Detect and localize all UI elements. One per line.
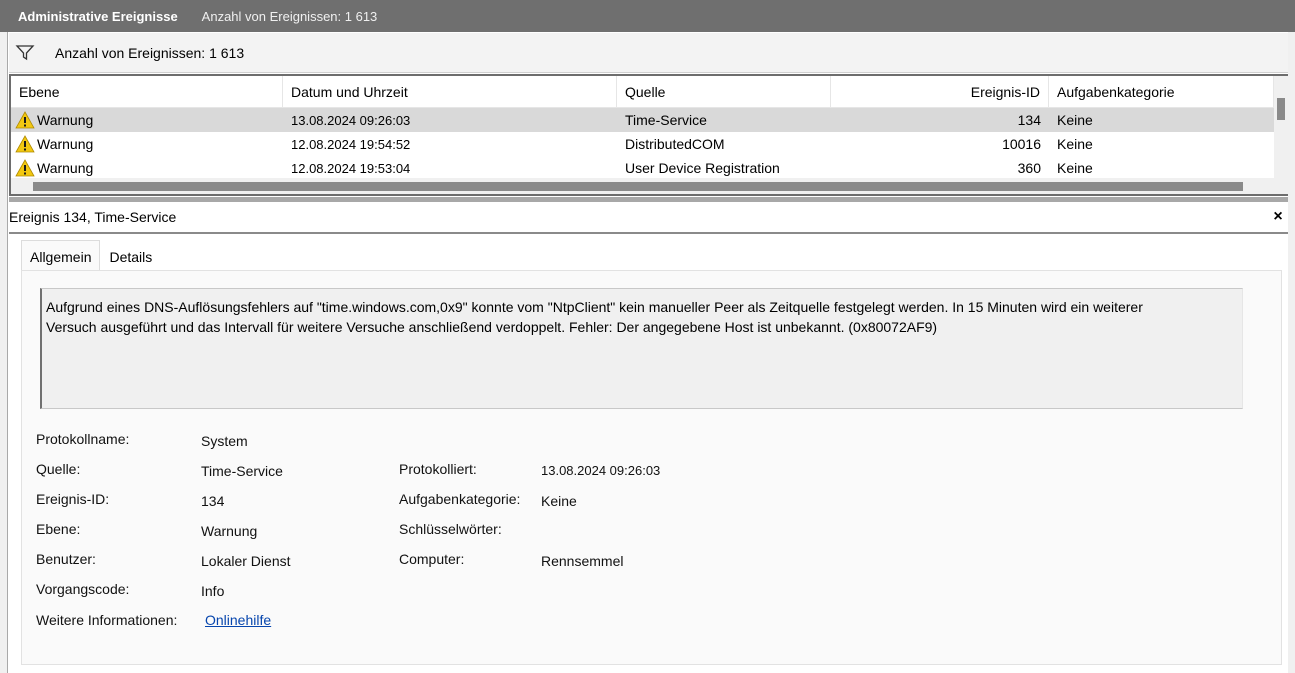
detail-tabs: Allgemein Details: [21, 240, 161, 272]
row-quelle: DistributedCOM: [625, 136, 725, 152]
row-kategorie: Keine: [1057, 160, 1093, 176]
table-row[interactable]: Warnung 13.08.2024 09:26:03 Time-Service…: [11, 108, 1274, 132]
ereignis-id-label: Ereignis-ID:: [36, 491, 110, 507]
row-datum: 12.08.2024 19:54:52: [291, 136, 411, 152]
right-pane-edge: [1288, 32, 1295, 673]
row-ebene: Warnung: [37, 160, 94, 176]
protokolliert-value: 13.08.2024 09:26:03: [541, 463, 661, 478]
row-datum: 13.08.2024 09:26:03: [291, 112, 411, 128]
benutzer-value: Lokaler Dienst: [201, 553, 291, 569]
detail-header: Ereignis 134, Time-Service ×: [9, 202, 1288, 234]
event-list-grid: Ebene Datum und Uhrzeit Quelle Ereignis-…: [9, 74, 1288, 196]
protokollname-value: System: [201, 433, 248, 449]
tab-allgemein[interactable]: Allgemein: [21, 240, 101, 272]
protokolliert-label: Protokolliert:: [399, 461, 477, 477]
filter-icon[interactable]: [15, 44, 35, 62]
column-header-quelle[interactable]: Quelle: [617, 76, 831, 108]
description-line: Versuch ausgeführt und das Intervall für…: [46, 319, 938, 335]
ebene-value: Warnung: [201, 523, 258, 539]
ebene-label: Ebene:: [36, 521, 81, 537]
window-titlebar: Administrative Ereignisse Anzahl von Ere…: [0, 0, 1295, 32]
warning-icon: [15, 135, 35, 153]
vorgangscode-label: Vorgangscode:: [36, 581, 130, 597]
warning-icon: [15, 111, 35, 129]
horizontal-scrollbar-thumb[interactable]: [33, 182, 1243, 191]
tab-details[interactable]: Details: [100, 240, 161, 272]
column-header-ereignis-id[interactable]: Ereignis-ID: [831, 76, 1049, 108]
schluesselwoerter-label: Schlüsselwörter:: [399, 521, 502, 537]
tab-panel-allgemein: Aufgrund eines DNS-Auflösungsfehlers auf…: [21, 270, 1282, 665]
warning-icon: [15, 159, 35, 177]
view-title: Administrative Ereignisse: [18, 8, 178, 24]
table-row[interactable]: Warnung 12.08.2024 19:54:52 DistributedC…: [11, 132, 1274, 156]
ereignis-id-value: 134: [201, 493, 225, 509]
table-row[interactable]: Warnung 12.08.2024 19:53:04 User Device …: [11, 156, 1274, 180]
row-ebene: Warnung: [37, 136, 94, 152]
quelle-label: Quelle:: [36, 461, 81, 477]
description-line: Aufgrund eines DNS-Auflösungsfehlers auf…: [46, 299, 1143, 315]
filter-bar: Anzahl von Ereignissen: 1 613: [9, 33, 1288, 73]
row-ereignis-id: 134: [1017, 112, 1041, 128]
row-kategorie: Keine: [1057, 136, 1093, 152]
grid-header: Ebene Datum und Uhrzeit Quelle Ereignis-…: [11, 76, 1274, 108]
event-count-label: Anzahl von Ereignissen: 1 613: [55, 44, 245, 61]
quelle-value: Time-Service: [201, 463, 283, 479]
computer-label: Computer:: [399, 551, 465, 567]
vorgangscode-value: Info: [201, 583, 225, 599]
onlinehilfe-link[interactable]: Onlinehilfe: [205, 612, 271, 628]
row-datum: 12.08.2024 19:53:04: [291, 160, 411, 176]
weitere-informationen-label: Weitere Informationen:: [36, 612, 178, 628]
row-kategorie: Keine: [1057, 112, 1093, 128]
vertical-scrollbar-thumb[interactable]: [1277, 98, 1285, 120]
row-ebene: Warnung: [37, 112, 94, 128]
vertical-scrollbar[interactable]: [1274, 76, 1288, 178]
left-pane-edge: [0, 32, 8, 673]
close-icon[interactable]: ×: [1268, 206, 1288, 228]
column-header-ebene[interactable]: Ebene: [11, 76, 283, 108]
detail-title: Ereignis 134, Time-Service: [9, 209, 177, 225]
event-description[interactable]: Aufgrund eines DNS-Auflösungsfehlers auf…: [40, 288, 1243, 409]
row-ereignis-id: 360: [1017, 160, 1041, 176]
aufgabenkategorie-value: Keine: [541, 493, 577, 509]
column-header-datum[interactable]: Datum und Uhrzeit: [283, 76, 617, 108]
event-detail-pane: Ereignis 134, Time-Service × Allgemein D…: [9, 202, 1288, 673]
computer-value: Rennsemmel: [541, 553, 624, 569]
event-count-title: Anzahl von Ereignissen: 1 613: [201, 8, 378, 24]
row-ereignis-id: 10016: [1002, 136, 1041, 152]
column-header-aufgabenkategorie[interactable]: Aufgabenkategorie: [1049, 76, 1274, 108]
row-quelle: User Device Registration: [625, 160, 780, 176]
horizontal-scrollbar[interactable]: [11, 178, 1288, 194]
protokollname-label: Protokollname:: [36, 431, 130, 447]
row-quelle: Time-Service: [625, 112, 707, 128]
benutzer-label: Benutzer:: [36, 551, 96, 567]
aufgabenkategorie-label: Aufgabenkategorie:: [399, 491, 521, 507]
